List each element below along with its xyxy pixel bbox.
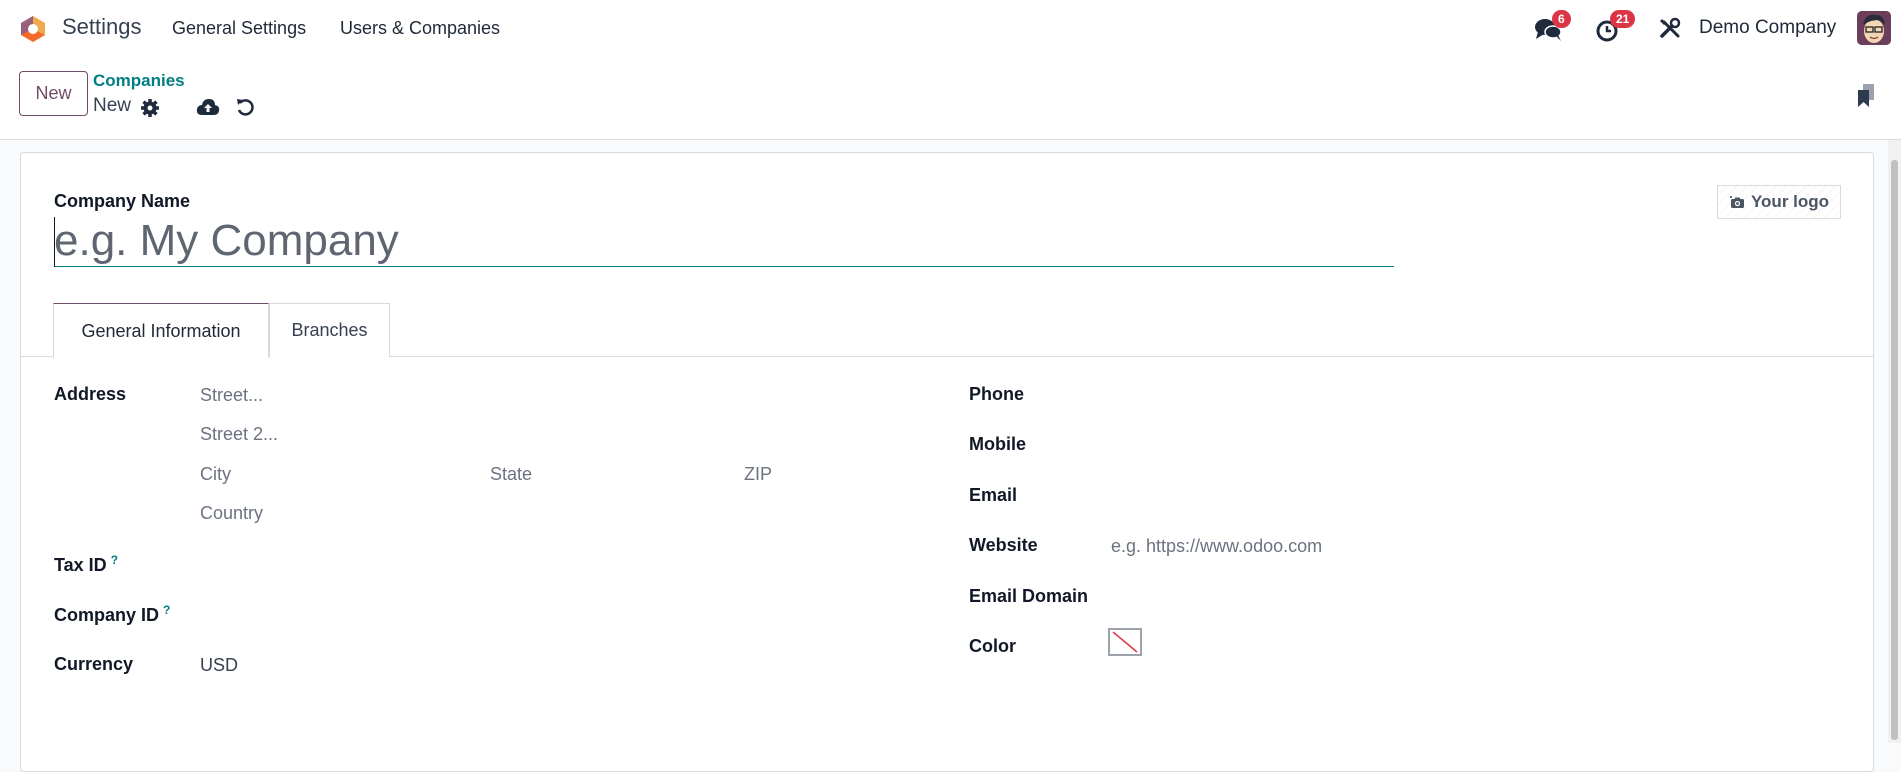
user-avatar[interactable] [1857, 11, 1891, 45]
breadcrumb-companies[interactable]: Companies [93, 71, 185, 91]
tab-branches[interactable]: Branches [269, 303, 390, 357]
company-name-input[interactable] [54, 215, 1394, 267]
street-input[interactable]: Street... [200, 385, 263, 406]
no-color-slash-icon [1112, 631, 1138, 653]
company-switcher[interactable]: Demo Company [1699, 17, 1836, 39]
currency-label: Currency [54, 654, 134, 674]
tax-id-help-icon[interactable]: ? [111, 553, 118, 567]
scrollbar-thumb[interactable] [1891, 160, 1898, 740]
tab-general-information[interactable]: General Information [53, 303, 269, 358]
mobile-label: Mobile [969, 434, 1026, 454]
street2-input[interactable]: Street 2... [200, 424, 278, 445]
form-tabs: General Information Branches [21, 303, 1873, 358]
upload-logo-button[interactable]: Your logo [1717, 185, 1841, 219]
knowledge-bookmark-icon[interactable] [1856, 83, 1876, 109]
website-label: Website [969, 535, 1038, 555]
new-record-button[interactable]: New [19, 71, 88, 116]
text-caret [54, 217, 55, 267]
company-id-help-icon[interactable]: ? [163, 603, 170, 617]
tax-id-label: Tax ID? [54, 553, 118, 576]
user-avatar-icon [1857, 11, 1891, 45]
company-form-sheet: Company Name Your logo General Informati… [20, 152, 1874, 772]
phone-label: Phone [969, 384, 1025, 404]
company-name-label: Company Name [54, 191, 191, 211]
email-domain-label: Email Domain [969, 586, 1089, 606]
messages-badge: 6 [1552, 10, 1571, 28]
gear-icon[interactable] [140, 98, 160, 118]
city-input[interactable]: City [200, 464, 231, 485]
company-id-label: Company ID? [54, 603, 170, 626]
messages-button[interactable]: 6 [1530, 10, 1580, 46]
menu-general-settings[interactable]: General Settings [172, 18, 306, 39]
cloud-upload-save-icon[interactable] [196, 97, 220, 117]
top-navbar: Settings General Settings Users & Compan… [0, 0, 1901, 56]
tools-icon[interactable] [1658, 16, 1682, 40]
odoo-app-logo-icon[interactable] [19, 15, 47, 43]
color-label: Color [969, 636, 1016, 656]
menu-users-companies[interactable]: Users & Companies [340, 18, 500, 39]
tax-id-label-text: Tax ID [54, 555, 107, 575]
camera-plus-icon [1729, 196, 1744, 208]
breadcrumb-current: New [93, 95, 132, 116]
activities-button[interactable]: 21 [1593, 10, 1643, 46]
zip-input[interactable]: ZIP [744, 464, 772, 485]
activities-badge: 21 [1610, 10, 1636, 28]
state-input[interactable]: State [490, 464, 532, 485]
app-title[interactable]: Settings [62, 14, 142, 40]
country-input[interactable]: Country [200, 503, 263, 524]
upload-logo-label: Your logo [1750, 192, 1830, 211]
address-label: Address [54, 384, 127, 404]
currency-field[interactable]: USD [200, 655, 238, 676]
email-label: Email [969, 485, 1018, 505]
website-input[interactable]: e.g. https://www.odoo.com [1111, 536, 1322, 557]
company-id-label-text: Company ID [54, 605, 160, 625]
color-picker[interactable] [1108, 628, 1142, 656]
discard-undo-icon[interactable] [235, 97, 255, 117]
page-scrollbar[interactable] [1888, 140, 1901, 743]
control-panel: New Companies New [0, 56, 1901, 140]
